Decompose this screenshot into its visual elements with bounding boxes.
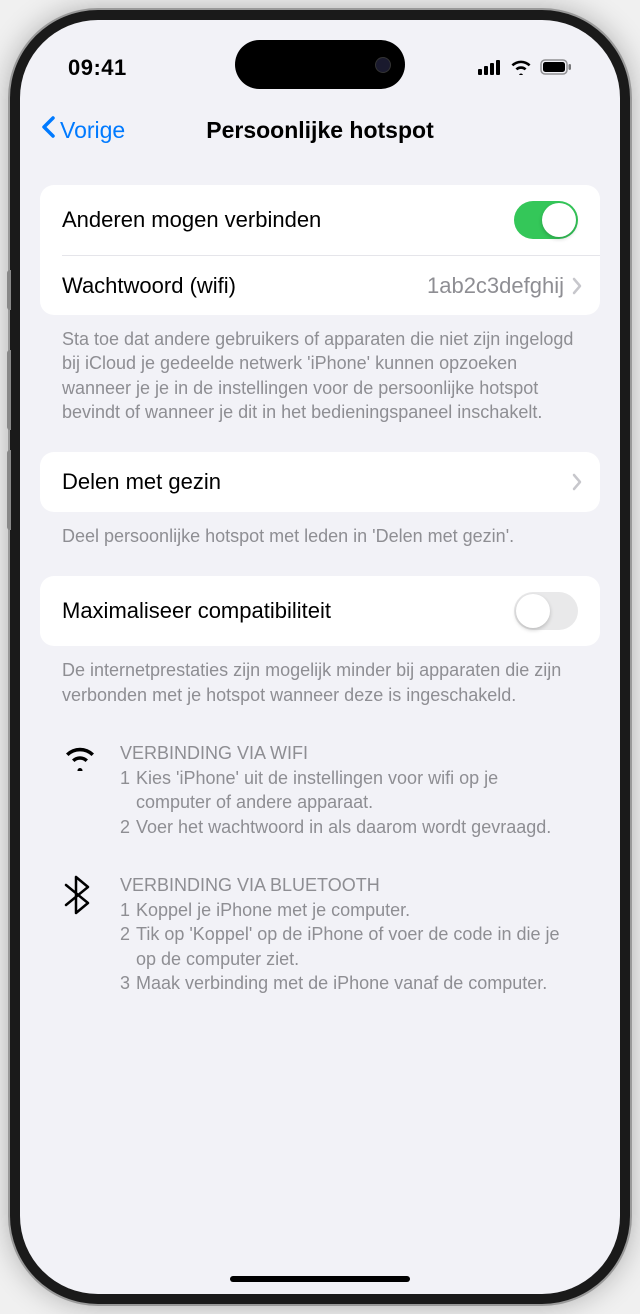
home-indicator[interactable] [230,1276,410,1282]
family-sharing-group: Delen met gezin [40,452,600,512]
chevron-left-icon [40,115,56,145]
dynamic-island [235,40,405,89]
wifi-instructions: VERBINDING VIA WIFI 1Kies 'iPhone' uit d… [40,731,600,843]
nav-bar: Vorige Persoonlijke hotspot [20,95,620,165]
battery-icon [540,55,572,81]
status-time: 09:41 [68,55,127,81]
wifi-instruction-title: VERBINDING VIA WIFI [120,743,578,764]
family-sharing-row[interactable]: Delen met gezin [40,452,600,512]
maximize-compat-group: Maximaliseer compatibiliteit [40,576,600,646]
bluetooth-instructions: VERBINDING VIA BLUETOOTH 1Koppel je iPho… [40,863,600,999]
bluetooth-instruction-step: 2Tik op 'Koppel' op de iPhone of voer de… [120,922,578,971]
back-button[interactable]: Vorige [40,115,125,145]
allow-others-label: Anderen mogen verbinden [62,207,514,233]
page-title: Persoonlijke hotspot [206,117,433,144]
cellular-signal-icon [478,55,502,81]
maximize-compat-footer: De internetprestaties zijn mogelijk mind… [40,646,600,715]
wifi-instruction-step: 1Kies 'iPhone' uit de instellingen voor … [120,766,578,815]
bluetooth-icon [62,875,100,995]
bluetooth-instruction-step: 3Maak verbinding met de iPhone vanaf de … [120,971,578,995]
bluetooth-instruction-title: VERBINDING VIA BLUETOOTH [120,875,578,896]
chevron-right-icon [572,277,582,295]
wifi-icon [510,55,532,81]
allow-others-toggle[interactable] [514,201,578,239]
family-sharing-footer: Deel persoonlijke hotspot met leden in '… [40,512,600,556]
wifi-password-label: Wachtwoord (wifi) [62,273,427,299]
family-sharing-label: Delen met gezin [62,469,572,495]
allow-and-password-group: Anderen mogen verbinden Wachtwoord (wifi… [40,185,600,315]
wifi-instruction-step: 2Voer het wachtwoord in als daarom wordt… [120,815,578,839]
maximize-compat-label: Maximaliseer compatibiliteit [62,598,514,624]
wifi-password-row[interactable]: Wachtwoord (wifi) 1ab2c3defghij [62,255,600,315]
chevron-right-icon [572,473,582,491]
maximize-compat-toggle[interactable] [514,592,578,630]
camera-dot [375,57,391,73]
maximize-compat-row: Maximaliseer compatibiliteit [40,576,600,646]
wifi-password-value: 1ab2c3defghij [427,273,564,299]
back-label: Vorige [60,117,125,144]
wifi-icon [62,743,100,839]
bluetooth-instruction-step: 1Koppel je iPhone met je computer. [120,898,578,922]
allow-others-row: Anderen mogen verbinden [40,185,600,255]
allow-others-footer: Sta toe dat andere gebruikers of apparat… [40,315,600,432]
